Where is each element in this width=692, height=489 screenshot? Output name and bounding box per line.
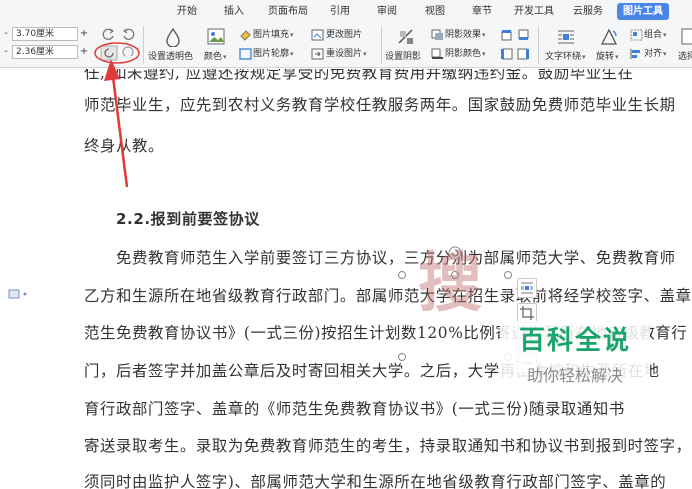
crop-button[interactable]: [517, 303, 537, 323]
shadow-effect-button[interactable]: 阴影效果▾: [445, 28, 486, 42]
rotate-right-icon[interactable]: [121, 27, 135, 41]
chevron-down-icon: ▾: [290, 31, 294, 39]
chevron-down-icon: ▾: [363, 50, 367, 58]
shadow-color-icon: [431, 48, 443, 59]
paragraph-line: 须同时由监护人签字)、部属师范大学和生源所在地省级教育行政部门签字、盖章的: [84, 473, 667, 489]
change-image-icon: [311, 29, 324, 41]
width-decrease-button[interactable]: -: [0, 45, 12, 59]
paragraph-line: 免费教育师范生入学前要签订三方协议，三方分别为部属师范大学、免费教育师: [116, 249, 676, 267]
align-button[interactable]: 对齐▾: [644, 47, 667, 61]
paragraph-line: 育行政部门签字、盖章的《师范生免费教育协议书》(一式三份)随录取通知书: [84, 400, 625, 418]
resize-handle-ne[interactable]: [504, 271, 512, 279]
height-increase-button[interactable]: +: [78, 27, 90, 41]
group-label: 组合: [644, 30, 663, 40]
paragraph-line: 寄送录取考生。录取为免费教育师范生的考生，持录取通知书和协议书到报到时签字，满1…: [84, 437, 692, 455]
resize-handle-w[interactable]: [398, 353, 406, 361]
change-image-button[interactable]: 更改图片: [326, 28, 362, 42]
image-fill-icon: [240, 30, 251, 41]
ribbon-tabs: 开始 插入 页面布局 引用 审阅 视图 章节 开发工具 云服务 图片工具: [0, 0, 692, 22]
tab-cloud-service[interactable]: 云服务: [570, 3, 606, 20]
paragraph-marker-icon[interactable]: [8, 289, 30, 299]
watermark-subtitle: 助你轻松解决: [500, 362, 650, 390]
reset-image-label: 重设图片: [326, 49, 363, 59]
layout-options-button[interactable]: [517, 278, 537, 298]
tab-page-layout[interactable]: 页面布局: [266, 3, 310, 20]
watermark-title: 百科全说: [500, 321, 650, 361]
shadow-effect-icon: [431, 29, 443, 40]
tab-picture-tools[interactable]: 图片工具: [617, 3, 669, 20]
group-button[interactable]: 组合▾: [644, 28, 667, 42]
shadow-color-label: 阴影颜色: [445, 49, 482, 59]
tab-home[interactable]: 开始: [174, 3, 200, 20]
select-pane-icon[interactable]: [680, 27, 692, 47]
ribbon-separator: [538, 26, 539, 64]
chevron-down-icon: ▾: [482, 50, 486, 58]
chevron-down-icon: ▾: [663, 31, 667, 39]
set-shadow-button[interactable]: 设置阴影: [385, 50, 421, 64]
shadow-nudge-up-icon[interactable]: [500, 29, 513, 41]
crop-icon: [520, 306, 534, 320]
reset-image-button[interactable]: 重设图片▾: [326, 47, 367, 61]
select-button[interactable]: 选择: [678, 50, 692, 64]
tab-developer-tools[interactable]: 开发工具: [512, 3, 556, 20]
tab-insert[interactable]: 插入: [221, 3, 247, 20]
align-label: 对齐: [644, 49, 663, 59]
chevron-down-icon: ▾: [223, 53, 227, 61]
rotate-label: 旋转: [596, 52, 615, 62]
text-wrap-button[interactable]: 文字环绕▾: [545, 50, 586, 64]
paragraph-line: 师范毕业生，应先到农村义务教育学校任教服务两年。国家鼓励免费师范毕业生长期: [84, 96, 676, 114]
chevron-down-icon: ▾: [663, 50, 667, 58]
group-icon: [630, 29, 643, 41]
tab-chapter[interactable]: 章节: [469, 3, 495, 20]
image-outline-icon: [239, 48, 252, 60]
width-input[interactable]: 2.36厘米: [12, 45, 78, 59]
text-wrap-icon[interactable]: [556, 27, 576, 47]
chevron-down-icon: ▾: [290, 50, 294, 58]
chevron-down-icon: ▾: [482, 31, 486, 39]
set-transparent-color-button[interactable]: 设置透明色: [148, 50, 193, 64]
reset-image-icon: [311, 48, 324, 60]
align-icon: [630, 49, 640, 59]
width-increase-button[interactable]: +: [78, 45, 90, 59]
paragraph-line: 乙方和生源所在地省级教育行政部门。部属师范大学在招生录取前将经学校签字、盖章: [84, 287, 692, 305]
layout-options-icon: [521, 282, 533, 294]
shadow-effect-label: 阴影效果: [445, 30, 482, 40]
rotate-left-icon[interactable]: [102, 27, 116, 41]
shadow-color-button[interactable]: 阴影颜色▾: [445, 47, 486, 61]
height-decrease-button[interactable]: -: [0, 27, 12, 41]
shadow-nudge-down-icon[interactable]: [517, 29, 530, 41]
transparency-drop-icon[interactable]: [164, 27, 182, 47]
text-wrap-label: 文字环绕: [545, 52, 582, 62]
ribbon-separator: [143, 26, 144, 64]
resize-handle-nw[interactable]: [398, 271, 406, 279]
tab-references[interactable]: 引用: [327, 3, 353, 20]
image-fill-button[interactable]: 图片填充▾: [253, 28, 294, 42]
color-picture-icon[interactable]: [206, 27, 226, 47]
rotate-icon[interactable]: [599, 27, 619, 47]
chevron-down-icon: ▾: [615, 53, 619, 61]
tab-view[interactable]: 视图: [422, 3, 448, 20]
color-button[interactable]: 颜色▾: [204, 50, 227, 64]
rotate-button[interactable]: 旋转▾: [596, 50, 619, 64]
image-outline-label: 图片轮廓: [253, 49, 290, 59]
chevron-down-icon: ▾: [582, 53, 586, 61]
tab-review[interactable]: 审阅: [374, 3, 400, 20]
section-heading: 2.2.报到前要签协议: [116, 210, 260, 228]
shadow-nudge-left-icon[interactable]: [500, 48, 513, 60]
image-fill-label: 图片填充: [253, 30, 290, 40]
image-outline-button[interactable]: 图片轮廓▾: [253, 47, 294, 61]
shadow-nudge-right-icon[interactable]: [517, 48, 530, 60]
height-input[interactable]: 3.70厘米: [12, 27, 78, 41]
paragraph-line: 任, 如未遵约, 应遵还按规定享受的免费教育费用并缴纳违约金。鼓励毕业生在: [84, 69, 634, 82]
watermark-char: 搜: [418, 246, 482, 321]
color-label: 颜色: [204, 52, 223, 62]
shadow-icon[interactable]: [396, 27, 416, 47]
ribbon-separator: [381, 26, 382, 64]
annotation-arrow-icon: [104, 59, 129, 188]
